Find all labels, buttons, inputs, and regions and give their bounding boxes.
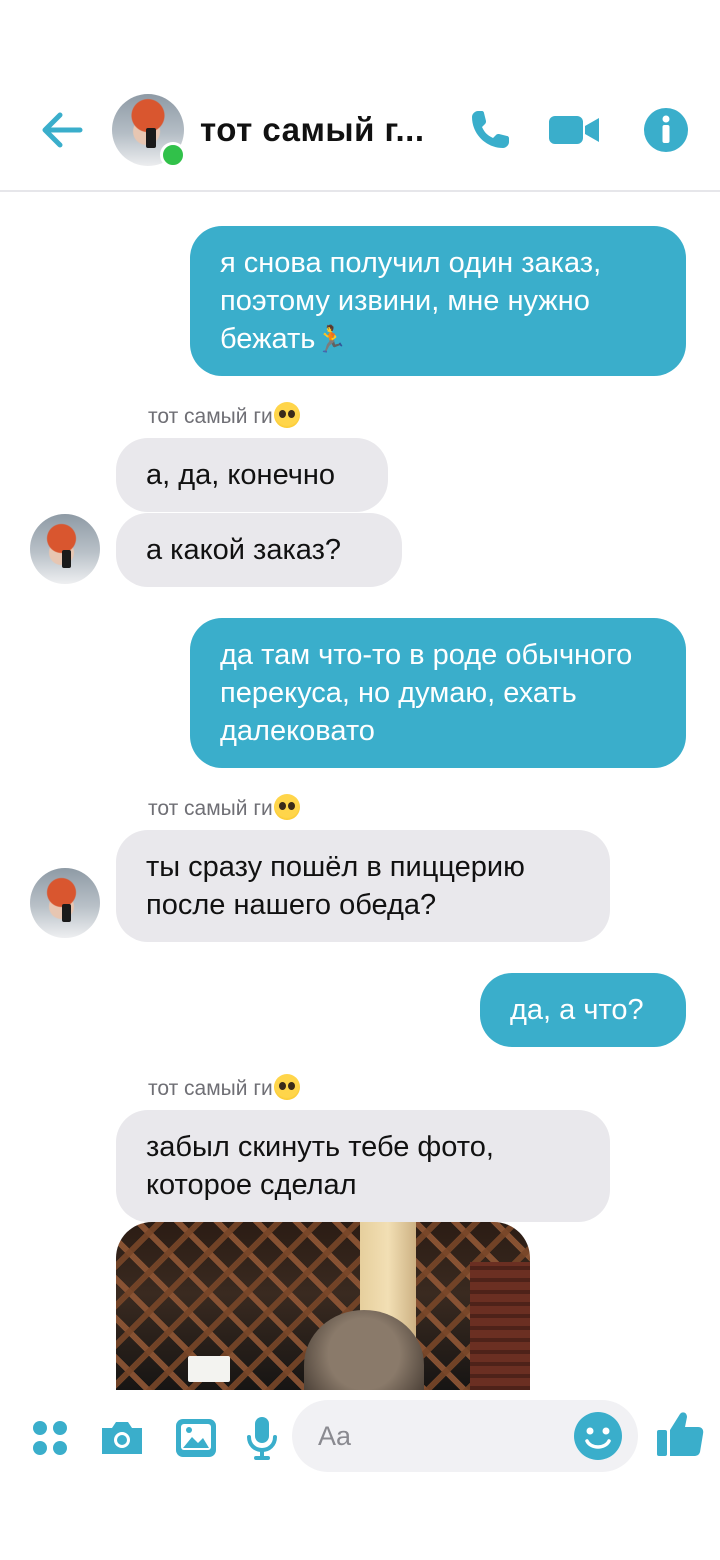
sender-label: тот самый ги	[148, 1074, 300, 1101]
avatar[interactable]	[30, 868, 100, 938]
apps-icon[interactable]	[24, 1412, 76, 1464]
composer-bar	[0, 1390, 720, 1560]
incoming-message[interactable]: ты сразу пошёл в пиццерию после нашего о…	[116, 830, 610, 942]
camera-icon[interactable]	[96, 1412, 148, 1464]
message-text: да, а что?	[510, 994, 644, 1026]
sender-label: тот самый ги	[148, 402, 300, 429]
outgoing-message[interactable]: да там что-то в роде обычного перекуса, …	[190, 618, 686, 768]
photo-attachment[interactable]	[116, 1222, 530, 1390]
outgoing-message[interactable]: я снова получил один заказ, поэтому изви…	[190, 226, 686, 376]
back-arrow-icon[interactable]	[36, 106, 92, 154]
phone-icon[interactable]	[462, 100, 518, 160]
incoming-message[interactable]: а, да, конечно	[116, 438, 388, 512]
message-list[interactable]: я снова получил один заказ, поэтому изви…	[0, 190, 720, 1390]
gallery-icon[interactable]	[170, 1412, 222, 1464]
message-text: забыл скинуть тебе фото, которое сделал	[146, 1131, 494, 1201]
message-text: а какой заказ?	[146, 534, 342, 566]
avatar[interactable]	[30, 514, 100, 584]
message-text: я снова получил один заказ, поэтому изви…	[220, 247, 602, 355]
thumbs-up-icon[interactable]	[654, 1408, 706, 1460]
pleading-face-emoji	[273, 1074, 300, 1100]
info-icon[interactable]	[638, 100, 694, 160]
message-text: а, да, конечно	[146, 459, 335, 491]
online-status-dot	[160, 142, 186, 168]
message-text: ты сразу пошёл в пиццерию после нашего о…	[146, 851, 525, 921]
message-input[interactable]	[316, 1419, 550, 1453]
running-person-emoji: 🏃	[315, 324, 348, 354]
sender-label: тот самый ги	[148, 794, 300, 821]
incoming-message[interactable]: а какой заказ?	[116, 513, 402, 587]
photo-lamp	[188, 1356, 230, 1382]
message-text: да там что-то в роде обычного перекуса, …	[220, 639, 633, 747]
message-input-box[interactable]	[292, 1400, 638, 1472]
outgoing-message[interactable]: да, а что?	[480, 973, 686, 1047]
microphone-icon[interactable]	[236, 1412, 288, 1464]
incoming-message[interactable]: забыл скинуть тебе фото, которое сделал	[116, 1110, 610, 1222]
video-camera-icon[interactable]	[546, 100, 602, 160]
photo-brick-wall	[470, 1262, 530, 1390]
pleading-face-emoji	[273, 402, 300, 428]
chat-header: тот самый г...	[0, 0, 720, 192]
contact-avatar[interactable]	[112, 94, 186, 168]
emoji-icon[interactable]	[572, 1410, 624, 1462]
pleading-face-emoji	[273, 794, 300, 820]
contact-name[interactable]: тот самый г...	[200, 111, 430, 149]
